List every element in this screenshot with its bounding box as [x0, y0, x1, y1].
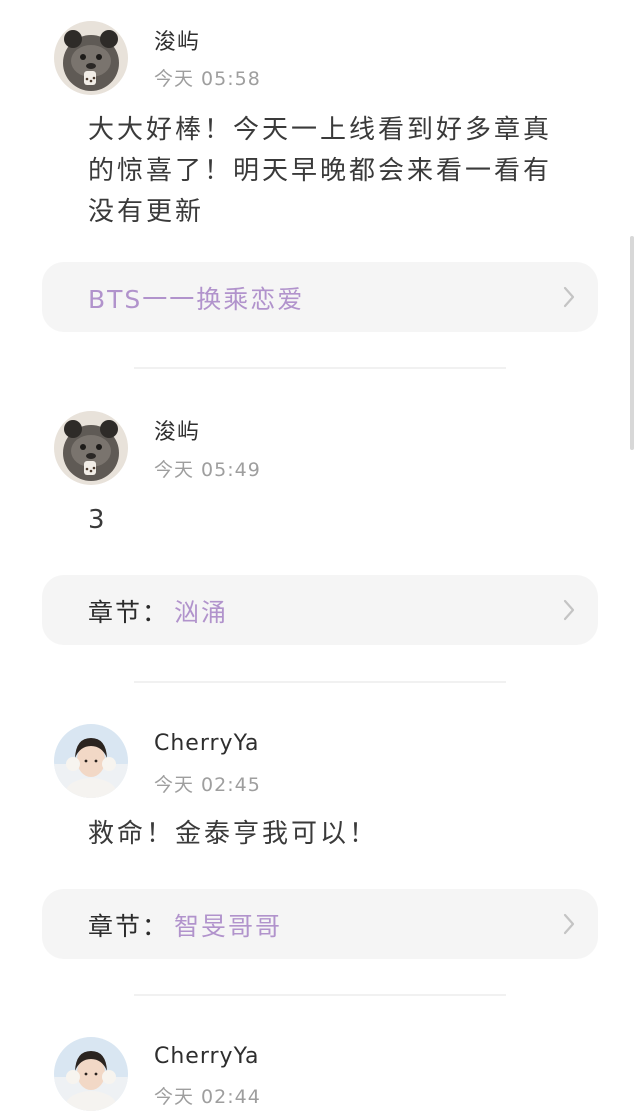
panda-bear-avatar[interactable]: [54, 411, 128, 485]
chapter-label: 章节：: [88, 912, 170, 941]
username[interactable]: CherryYa: [154, 731, 259, 756]
username[interactable]: 浚屿: [154, 24, 200, 56]
chapter-title: 汹涌: [174, 598, 229, 627]
chapter-link[interactable]: 章节： 智旻哥哥: [42, 889, 598, 959]
divider: [134, 994, 506, 996]
panda-bear-avatar[interactable]: [54, 21, 128, 95]
comment-text: 大大好棒！今天一上线看到好多章真的惊喜了！明天早晚都会来看一看有没有更新: [88, 115, 553, 227]
comment-time: 今天 05:49: [154, 459, 261, 481]
person-avatar[interactable]: [54, 724, 128, 798]
chevron-right-icon: [563, 913, 575, 935]
chapter-link[interactable]: 章节： 汹涌: [42, 575, 598, 645]
comment-text: 救命！金泰亨我可以！: [88, 819, 379, 849]
divider: [134, 681, 506, 683]
chevron-right-icon: [563, 599, 575, 621]
username[interactable]: CherryYa: [154, 1044, 259, 1069]
comment-time: 今天 05:58: [154, 68, 261, 90]
comment-time: 今天 02:45: [154, 774, 261, 796]
comment-time: 今天 02:44: [154, 1086, 261, 1108]
divider: [134, 367, 506, 369]
chapter-title: BTS一一换乘恋爱: [88, 285, 305, 314]
username[interactable]: 浚屿: [154, 414, 200, 446]
chevron-right-icon: [563, 286, 575, 308]
chapter-title: 智旻哥哥: [174, 912, 283, 941]
scrollbar[interactable]: [630, 236, 634, 450]
comment-text: 3: [88, 505, 108, 535]
chapter-link[interactable]: BTS一一换乘恋爱: [42, 262, 598, 332]
chapter-label: 章节：: [88, 598, 170, 627]
